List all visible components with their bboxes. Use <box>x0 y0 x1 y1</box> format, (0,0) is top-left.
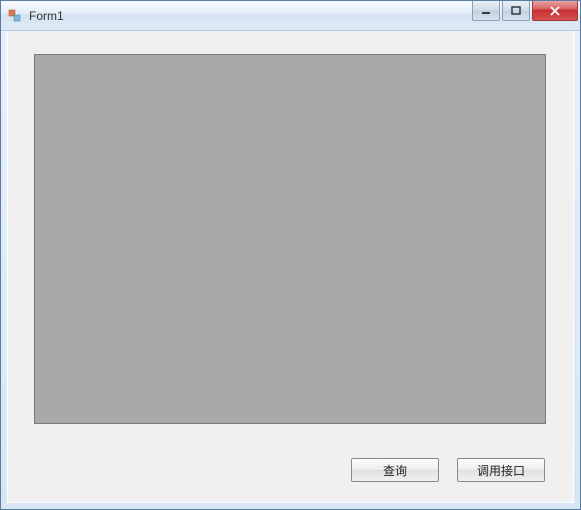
close-button[interactable] <box>532 1 578 21</box>
query-button[interactable]: 查询 <box>351 458 439 482</box>
maximize-icon <box>511 6 521 16</box>
button-row: 查询 调用接口 <box>351 458 545 482</box>
app-window: Form1 查询 调用接口 <box>0 0 581 510</box>
window-controls <box>470 1 578 21</box>
window-title: Form1 <box>29 9 470 23</box>
maximize-button[interactable] <box>502 1 530 21</box>
invoke-api-button[interactable]: 调用接口 <box>457 458 545 482</box>
client-area: 查询 调用接口 <box>7 31 574 503</box>
minimize-icon <box>481 6 491 16</box>
app-icon <box>7 8 23 24</box>
content-panel <box>34 54 546 424</box>
close-icon <box>549 6 561 16</box>
titlebar[interactable]: Form1 <box>1 1 580 31</box>
minimize-button[interactable] <box>472 1 500 21</box>
